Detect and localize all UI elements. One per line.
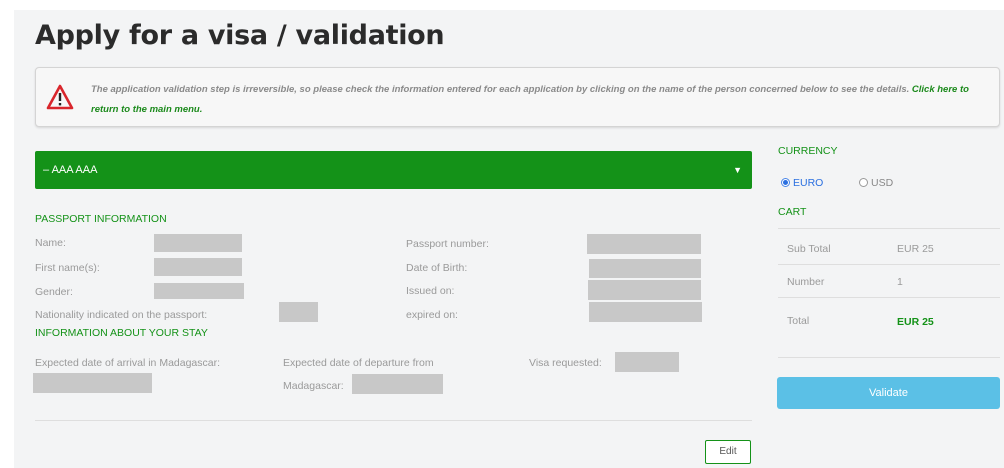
edit-button[interactable]: Edit <box>705 440 751 464</box>
cart-divider <box>778 264 1000 265</box>
issued-label: Issued on: <box>406 285 455 297</box>
departure-label-cont: Madagascar: <box>283 380 344 392</box>
nationality-label: Nationality indicated on the passport: <box>35 309 208 321</box>
radio-euro[interactable] <box>781 178 790 187</box>
cart-divider <box>778 297 1000 298</box>
cart-subtotal-label: Sub Total <box>787 243 831 255</box>
expired-label: expired on: <box>406 309 458 321</box>
cart-subtotal-value: EUR 25 <box>897 243 934 255</box>
currency-heading: CURRENCY <box>778 145 838 157</box>
dob-label: Date of Birth: <box>406 262 468 274</box>
gender-value <box>154 283 244 299</box>
issued-value <box>588 280 701 300</box>
passport-number-label: Passport number: <box>406 238 489 250</box>
warning-notice: The application validation step is irrev… <box>35 67 1000 127</box>
page-title: Apply for a visa / validation <box>35 20 445 51</box>
first-name-value <box>154 258 242 276</box>
applicant-name: – AAA AAA <box>43 164 98 176</box>
cart-divider <box>778 228 1000 229</box>
expired-value <box>589 302 702 322</box>
passport-number-value <box>587 234 701 254</box>
visa-value <box>615 352 679 372</box>
first-name-label: First name(s): <box>35 262 100 274</box>
departure-label: Expected date of departure from <box>283 357 434 369</box>
cart-total-label: Total <box>787 315 810 327</box>
chevron-down-icon[interactable]: ▼ <box>733 151 742 189</box>
dob-value <box>589 259 701 278</box>
radio-euro-label[interactable]: EURO <box>793 177 823 189</box>
name-label: Name: <box>35 237 66 249</box>
visa-label: Visa requested: <box>529 357 602 369</box>
radio-usd[interactable] <box>859 178 868 187</box>
name-value <box>154 234 242 252</box>
arrival-value <box>33 373 152 393</box>
cart-number-label: Number <box>787 276 825 288</box>
applicant-accordion-header[interactable]: – AAA AAA ▼ <box>35 151 752 189</box>
warning-text: The application validation step is irrev… <box>91 80 996 120</box>
warning-message: The application validation step is irrev… <box>91 84 910 95</box>
arrival-label: Expected date of arrival in Madagascar: <box>35 357 221 369</box>
departure-value <box>352 374 443 394</box>
cart-number-value: 1 <box>897 276 903 288</box>
section-divider <box>35 420 752 421</box>
gender-label: Gender: <box>35 286 73 298</box>
cart-heading: CART <box>778 206 807 218</box>
cart-divider <box>778 357 1000 358</box>
validate-button[interactable]: Validate <box>777 377 1000 409</box>
warning-icon <box>46 84 74 110</box>
radio-usd-label[interactable]: USD <box>871 177 893 189</box>
stay-section-heading: INFORMATION ABOUT YOUR STAY <box>35 327 208 339</box>
nationality-value <box>279 302 318 322</box>
cart-total-value: EUR 25 <box>897 316 934 328</box>
passport-section-heading: PASSPORT INFORMATION <box>35 213 167 225</box>
